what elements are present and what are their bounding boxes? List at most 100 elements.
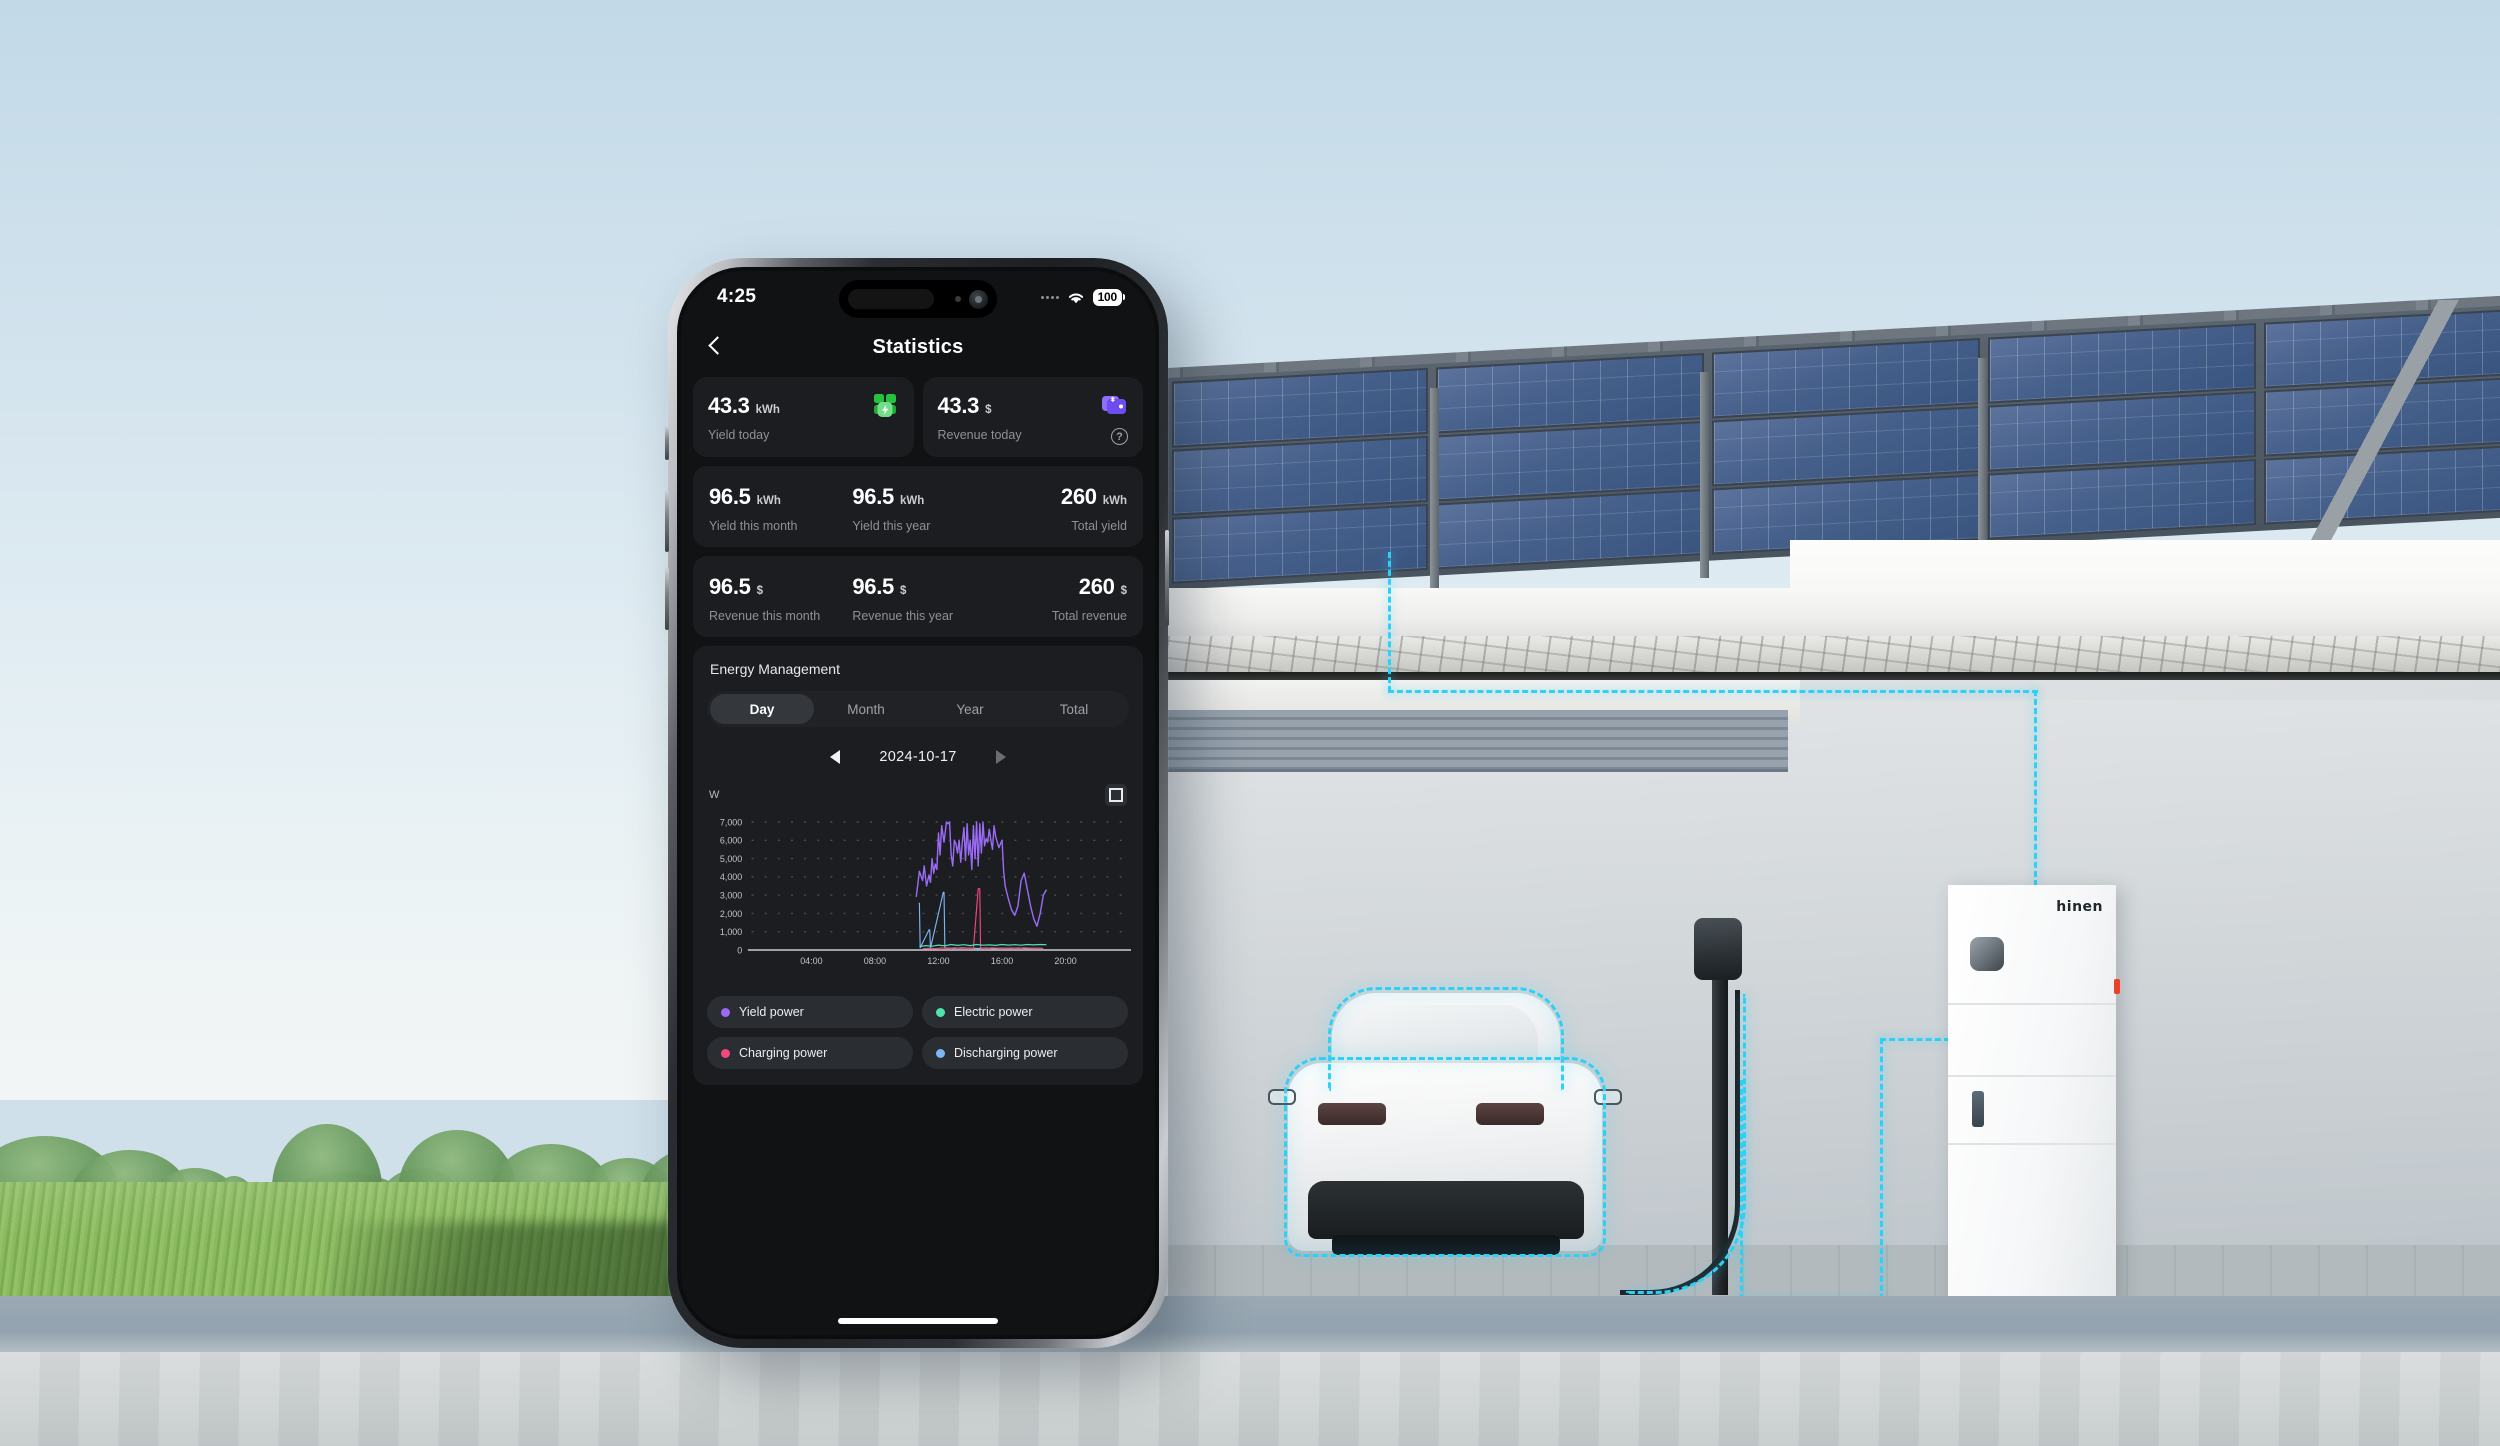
driveway-sheen <box>0 1352 2500 1446</box>
svg-text:4,000: 4,000 <box>720 872 742 882</box>
triangle-left-icon[interactable] <box>830 750 840 764</box>
revenue-summary-card: 96.5 $ Revenue this month 96.5 $ Revenue… <box>693 556 1143 637</box>
yield-summary-card: 96.5 kWh Yield this month 96.5 kWh Yield… <box>693 466 1143 547</box>
legend-discharging-power[interactable]: Discharging power <box>922 1037 1128 1069</box>
content-area: 43.3 kWh Yield today 43.3 $ Revenue toda… <box>681 371 1155 1085</box>
power-button[interactable] <box>1165 530 1169 626</box>
revenue-year-label: Revenue this year <box>852 609 954 623</box>
chart-legend: Yield power Electric power Charging powe… <box>693 982 1143 1075</box>
yield-year-unit: kWh <box>899 495 925 507</box>
solar-post <box>1700 372 1709 578</box>
chart-unit-label: W <box>709 789 720 801</box>
energy-flow-line <box>2034 690 2037 886</box>
selected-date[interactable]: 2024-10-17 <box>870 749 966 765</box>
page-title: Statistics <box>872 335 964 358</box>
volume-up-button[interactable] <box>665 490 669 552</box>
svg-text:3,000: 3,000 <box>720 890 742 900</box>
yield-today-label: Yield today <box>708 428 770 442</box>
home-indicator[interactable] <box>838 1318 998 1324</box>
navigation-bar: Statistics <box>681 323 1155 371</box>
svg-text:5,000: 5,000 <box>720 854 742 864</box>
today-stats-row: 43.3 kWh Yield today 43.3 $ Revenue toda… <box>693 377 1143 457</box>
period-segmented-control: Day Month Year Total <box>707 691 1129 727</box>
total-yield-label: Total yield <box>1071 519 1127 533</box>
revenue-this-year: 96.5 $ Revenue this year <box>846 574 989 623</box>
status-bar: 4:25 100 <box>681 271 1155 323</box>
yield-today-card[interactable]: 43.3 kWh Yield today <box>693 377 914 457</box>
svg-text:7,000: 7,000 <box>720 817 742 827</box>
energy-flow-line <box>1388 552 1391 692</box>
yield-summary-row: 96.5 kWh Yield this month 96.5 kWh Yield… <box>693 466 1143 547</box>
chart-header: W <box>693 776 1143 806</box>
tab-month[interactable]: Month <box>814 694 918 724</box>
energy-management-card: Energy Management Day Month Year Total 2… <box>693 646 1143 1085</box>
wallet-dollar-icon <box>1102 396 1126 414</box>
series-electric-power <box>919 943 1047 948</box>
charging-cable-glow <box>1626 994 1746 1294</box>
energy-flow-line <box>1388 690 2038 693</box>
revenue-year-unit: $ <box>899 585 907 597</box>
dynamic-island <box>839 280 997 318</box>
wifi-icon <box>1068 293 1083 303</box>
chart-container: 0 1,000 2,000 3,000 4,000 5,000 6,000 7,000 04:… <box>693 806 1143 982</box>
legend-label: Discharging power <box>954 1046 1058 1060</box>
volume-down-button[interactable] <box>665 568 669 630</box>
svg-text:1,000: 1,000 <box>720 927 742 937</box>
status-time: 4:25 <box>717 286 757 307</box>
revenue-year-value: 96.5 <box>852 574 894 599</box>
total-revenue-value: 260 <box>1078 574 1115 599</box>
question-circle-icon[interactable]: ? <box>1111 428 1128 445</box>
svg-text:04:00: 04:00 <box>800 956 822 966</box>
battery-brand-logo: hinen <box>2056 899 2103 915</box>
tab-total[interactable]: Total <box>1022 694 1126 724</box>
battery-display-screen <box>1970 937 2004 971</box>
energy-flow-line <box>1880 1038 1883 1300</box>
stone-cladding-band <box>1168 636 2500 676</box>
tab-day[interactable]: Day <box>710 694 814 724</box>
legend-charging-power[interactable]: Charging power <box>707 1037 913 1069</box>
garage-louvers <box>1168 710 1788 772</box>
yield-year-label: Yield this year <box>852 519 931 533</box>
background-scene: hinen <box>0 0 2500 1446</box>
roof-eave <box>1168 588 2500 640</box>
silent-switch[interactable] <box>665 426 669 460</box>
legend-dot-icon <box>721 1007 730 1017</box>
legend-dot-icon <box>721 1048 730 1058</box>
battery-status-led <box>2114 979 2120 994</box>
svg-text:20:00: 20:00 <box>1054 956 1076 966</box>
yield-this-month: 96.5 kWh Yield this month <box>709 484 846 533</box>
yield-year-value: 96.5 <box>852 484 894 509</box>
battery-indicator: 100 <box>1092 288 1125 306</box>
energy-line-chart[interactable]: 0 1,000 2,000 3,000 4,000 5,000 6,000 7,000 04:… <box>699 810 1131 982</box>
legend-yield-power[interactable]: Yield power <box>707 996 913 1028</box>
yield-today-unit: kWh <box>755 404 780 416</box>
revenue-month-label: Revenue this month <box>709 609 821 623</box>
total-revenue-unit: $ <box>1120 585 1127 597</box>
expand-fullscreen-icon[interactable] <box>1105 784 1127 806</box>
total-revenue-label: Total revenue <box>1051 609 1127 623</box>
yield-this-year: 96.5 kWh Yield this year <box>846 484 989 533</box>
yield-today-value: 43.3 <box>708 393 750 418</box>
battery-handle <box>1972 1091 1984 1127</box>
driveway-far <box>0 1296 2500 1356</box>
legend-dot-icon <box>936 1007 945 1017</box>
yield-month-unit: kWh <box>756 495 781 507</box>
revenue-today-card[interactable]: 43.3 $ Revenue today ? <box>922 377 1143 457</box>
phone-screen: 4:25 100 Statistics 43.3 kWh Yield today… <box>681 271 1155 1335</box>
electric-car <box>1268 985 1622 1295</box>
total-yield-value: 260 <box>1060 484 1097 509</box>
date-selector: 2024-10-17 <box>693 744 1143 770</box>
phone-mockup: 4:25 100 Statistics 43.3 kWh Yield today… <box>665 258 1169 1348</box>
home-battery-unit: hinen <box>1948 885 2120 1307</box>
svg-text:16:00: 16:00 <box>991 956 1013 966</box>
svg-text:08:00: 08:00 <box>864 956 886 966</box>
legend-electric-power[interactable]: Electric power <box>922 996 1128 1028</box>
revenue-this-month: 96.5 $ Revenue this month <box>709 574 846 623</box>
tab-year[interactable]: Year <box>918 694 1022 724</box>
solar-post <box>1978 358 1987 558</box>
front-camera-icon <box>969 289 988 309</box>
signal-dots-icon <box>1040 295 1059 299</box>
svg-text:0: 0 <box>737 945 742 955</box>
total-yield-unit: kWh <box>1102 495 1127 507</box>
triangle-right-icon[interactable] <box>996 750 1006 764</box>
